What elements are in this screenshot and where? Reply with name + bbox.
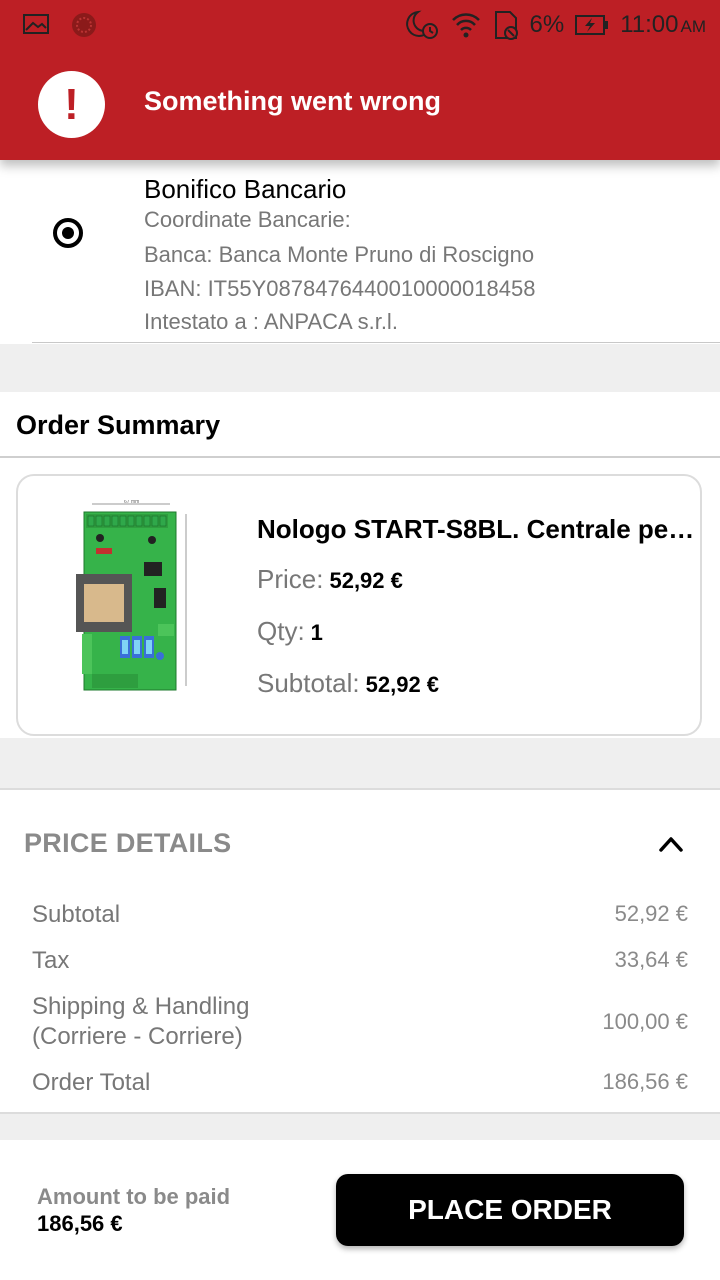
payment-title: Bonifico Bancario [144,174,347,204]
product-qty-row: Qty: 1 [257,616,323,647]
product-name[interactable]: Nologo START-S8BL. Centrale per cancelli [257,514,697,545]
exclamation-icon: ! [38,71,105,138]
subtotal-label: Subtotal: [257,668,360,698]
divider [32,342,720,343]
row-label: Tax [32,947,70,974]
row-value: 33,64 € [614,947,688,972]
row-label: Order Total [32,1069,151,1096]
product-image: 67 mm [76,500,187,691]
error-banner: 6% 11:00 AM ! Something went wrong [0,0,720,160]
price-row-order-total: Order Total 186,56 € [32,1069,688,1097]
status-bar: 6% 11:00 AM [0,0,720,50]
price-row-tax: Tax 33,64 € [32,947,688,975]
battery-icon [575,15,609,35]
chevron-up-icon[interactable] [657,832,685,856]
row-value: 100,00 € [602,1009,688,1034]
price-label: Price: [257,564,324,594]
alarm-moon-icon [405,10,438,39]
sim-icon [494,11,518,40]
qty-value: 1 [310,620,323,645]
error-message: Something went wrong [144,86,441,116]
payment-detail: IBAN: IT55Y0878476440010000018458 [144,276,536,301]
image-icon [23,14,49,34]
row-value: 186,56 € [602,1069,688,1094]
row-label: Shipping & Handling [32,993,250,1020]
battery-percent: 6% [529,11,565,38]
price-value: 52,92 € [329,568,403,593]
payment-radio-selected[interactable] [53,218,83,248]
place-order-button[interactable]: PLACE ORDER [336,1174,684,1246]
payment-detail: Coordinate Bancarie: [144,207,351,232]
qty-label: Qty: [257,616,305,646]
radio-dot [62,227,74,239]
subtotal-value: 52,92 € [365,672,440,697]
amount-label: Amount to be paid [37,1184,231,1209]
row-label-secondary: (Corriere - Corriere) [32,1023,243,1050]
notification-icon [72,13,96,37]
price-details-title[interactable]: PRICE DETAILS [24,828,231,859]
price-row-subtotal: Subtotal 52,92 € [32,901,688,929]
order-summary-header: Order Summary [0,392,720,458]
price-row-shipping: Shipping & Handling (Corriere - Corriere… [32,993,688,1051]
order-summary-title: Order Summary [16,410,221,440]
payment-detail: Banca: Banca Monte Pruno di Roscigno [144,242,535,267]
amount-value: 186,56 € [37,1211,123,1236]
product-subtotal-row: Subtotal: 52,92 € [257,668,439,699]
payment-detail: Intestato a : ANPACA s.r.l. [144,309,398,334]
clock: 11:00 AM [620,11,706,38]
row-value: 52,92 € [614,901,688,926]
product-price-row: Price: 52,92 € [257,564,403,595]
svg-text:67 mm: 67 mm [124,500,139,505]
row-label: Subtotal [32,901,121,928]
wifi-icon [451,13,480,38]
